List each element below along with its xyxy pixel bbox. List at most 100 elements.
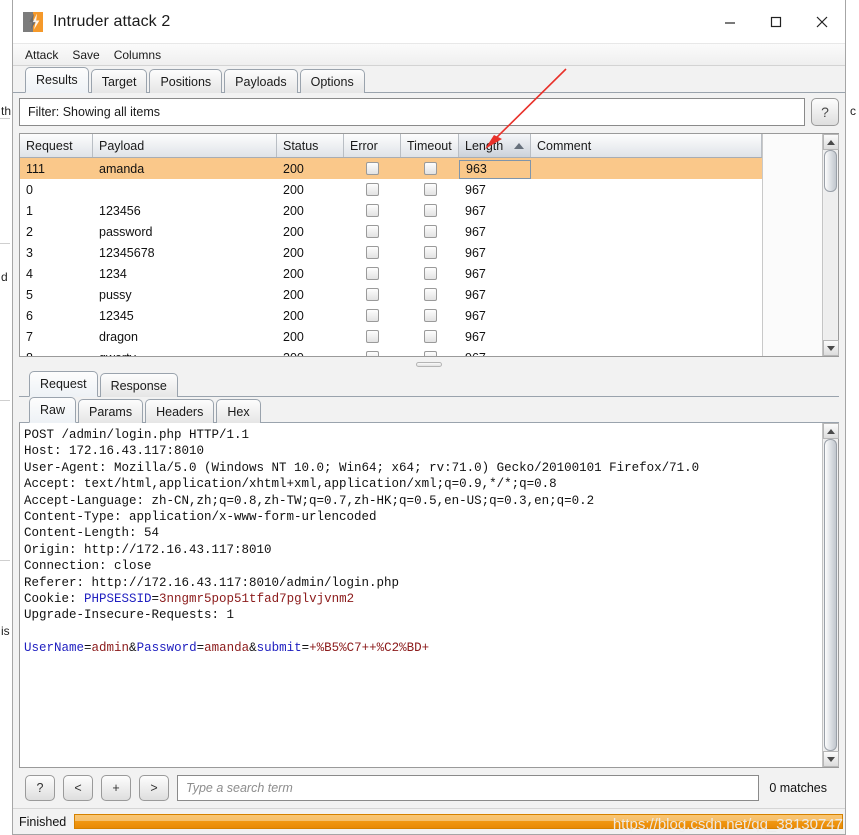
column-header-comment[interactable]: Comment — [531, 134, 762, 157]
background-rule — [0, 400, 10, 401]
timeout-checkbox[interactable] — [423, 309, 437, 322]
cell-request: 5 — [26, 287, 33, 302]
error-checkbox[interactable] — [366, 351, 379, 356]
timeout-checkbox[interactable] — [423, 267, 437, 280]
request-vertical-scrollbar[interactable] — [822, 423, 839, 767]
table-row[interactable]: 6 12345 200 967 — [20, 305, 762, 326]
column-header-length[interactable]: Length — [459, 134, 531, 157]
timeout-checkbox[interactable] — [423, 162, 437, 175]
request-line: Content-Length: 54 — [24, 526, 160, 541]
tab-results[interactable]: Results — [25, 67, 89, 93]
table-row[interactable]: 5 pussy 200 967 — [20, 284, 762, 305]
request-raw-text[interactable]: POST /admin/login.php HTTP/1.1 Host: 172.… — [20, 423, 822, 767]
status-bar: Finished https://blog.csdn.net/qq_381307… — [13, 808, 845, 834]
background-text-fragment: is — [1, 624, 10, 638]
scroll-down-icon[interactable] — [822, 340, 839, 356]
error-checkbox[interactable] — [366, 183, 379, 196]
search-add-button[interactable]: + — [101, 775, 131, 801]
results-vertical-scrollbar[interactable] — [822, 134, 839, 356]
cell-length: 967 — [465, 266, 486, 281]
table-row[interactable]: 111 amanda 200 963 — [20, 158, 762, 179]
tab-params[interactable]: Params — [78, 399, 144, 423]
error-checkbox[interactable] — [366, 309, 379, 322]
cell-request: 1 — [26, 203, 33, 218]
menu-item-save[interactable]: Save — [72, 48, 99, 62]
tab-target[interactable]: Target — [90, 69, 148, 93]
tab-positions[interactable]: Positions — [149, 69, 223, 93]
tab-response[interactable]: Response — [99, 373, 178, 397]
error-checkbox[interactable] — [366, 204, 379, 217]
search-toolbar: ? < + > Type a search term 0 matches — [19, 768, 839, 808]
split-pane-grip[interactable] — [416, 361, 442, 367]
request-scroll-thumb[interactable] — [824, 439, 837, 751]
cell-length: 967 — [465, 245, 486, 260]
request-line: Content-Type: application/x-www-form-url… — [24, 510, 377, 525]
error-checkbox[interactable] — [366, 225, 379, 238]
search-help-button[interactable]: ? — [25, 775, 55, 801]
error-checkbox[interactable] — [366, 267, 379, 280]
request-line: Host: 172.16.43.117:8010 — [24, 444, 205, 459]
intruder-attack-window: Intruder attack 2 Attack Save Columns Re… — [12, 0, 846, 835]
minimize-icon[interactable] — [707, 0, 753, 44]
maximize-icon[interactable] — [753, 0, 799, 44]
tab-hex[interactable]: Hex — [216, 399, 261, 423]
results-scroll-thumb[interactable] — [824, 150, 837, 192]
timeout-checkbox[interactable] — [423, 351, 437, 356]
cell-error — [344, 200, 401, 221]
cell-comment — [531, 200, 762, 221]
timeout-checkbox[interactable] — [423, 204, 437, 217]
scroll-up-icon[interactable] — [822, 134, 839, 150]
column-header-status[interactable]: Status — [277, 134, 344, 157]
timeout-checkbox[interactable] — [423, 330, 437, 343]
column-header-request[interactable]: Request — [20, 134, 93, 157]
search-input[interactable]: Type a search term — [177, 775, 760, 801]
column-header-payload[interactable]: Payload — [93, 134, 277, 157]
search-next-button[interactable]: > — [139, 775, 169, 801]
cell-length: 967 — [465, 182, 486, 197]
results-scroll-track[interactable] — [824, 150, 837, 340]
scroll-up-icon[interactable] — [822, 423, 839, 439]
table-row[interactable]: 0 200 967 — [20, 179, 762, 200]
timeout-checkbox[interactable] — [423, 225, 437, 238]
filter-bar[interactable]: Filter: Showing all items — [19, 98, 805, 126]
cell-error — [344, 242, 401, 263]
cell-request: 7 — [26, 329, 33, 344]
title-bar: Intruder attack 2 — [13, 0, 845, 44]
cell-comment — [531, 179, 762, 200]
cell-status: 200 — [283, 203, 304, 218]
tab-options[interactable]: Options — [299, 69, 365, 93]
column-header-error[interactable]: Error — [344, 134, 401, 157]
cell-length: 967 — [465, 329, 486, 344]
error-checkbox[interactable] — [366, 288, 379, 301]
table-row[interactable]: 3 12345678 200 967 — [20, 242, 762, 263]
column-header-timeout[interactable]: Timeout — [401, 134, 459, 157]
close-icon[interactable] — [799, 0, 845, 44]
table-row[interactable]: 8qwerty200 967 — [20, 347, 762, 356]
tab-headers[interactable]: Headers — [145, 399, 215, 423]
cell-request: 3 — [26, 245, 33, 260]
tab-request[interactable]: Request — [29, 371, 98, 397]
request-scroll-track[interactable] — [824, 439, 837, 751]
timeout-checkbox[interactable] — [423, 288, 437, 301]
menu-item-columns[interactable]: Columns — [114, 48, 161, 62]
table-row[interactable]: 7 dragon 200 967 — [20, 326, 762, 347]
tab-payloads[interactable]: Payloads — [224, 69, 298, 93]
progress-bar — [74, 814, 843, 829]
request-blank-line — [24, 624, 822, 640]
tab-raw[interactable]: Raw — [29, 397, 77, 423]
split-pane-divider[interactable] — [19, 357, 839, 371]
error-checkbox[interactable] — [366, 246, 379, 259]
table-row[interactable]: 2 password 200 967 — [20, 221, 762, 242]
table-row[interactable]: 4 1234 200 967 — [20, 263, 762, 284]
menu-item-attack[interactable]: Attack — [25, 48, 58, 62]
error-checkbox[interactable] — [366, 330, 379, 343]
cell-status: 200 — [283, 308, 304, 323]
filter-row: Filter: Showing all items ? — [19, 97, 839, 127]
error-checkbox[interactable] — [366, 162, 379, 175]
timeout-checkbox[interactable] — [423, 246, 437, 259]
search-prev-button[interactable]: < — [63, 775, 93, 801]
table-row[interactable]: 1 123456 200 967 — [20, 200, 762, 221]
scroll-down-icon[interactable] — [822, 751, 839, 767]
filter-help-icon[interactable]: ? — [811, 98, 839, 126]
timeout-checkbox[interactable] — [423, 183, 437, 196]
